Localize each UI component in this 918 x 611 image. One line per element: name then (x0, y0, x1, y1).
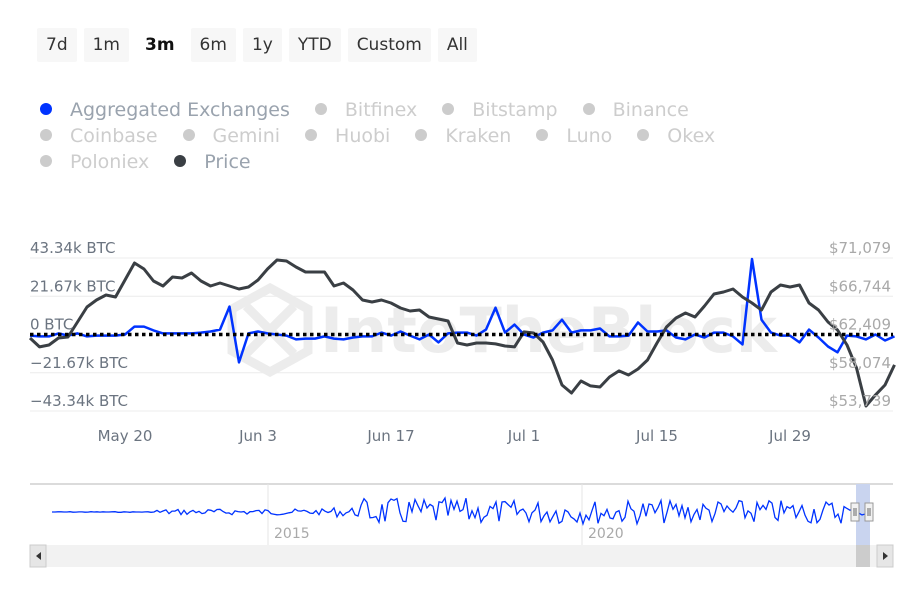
y-right-tick-label: $62,409 (829, 316, 891, 334)
scrollbar-thumb[interactable] (856, 545, 870, 567)
x-tick-label: Jul 15 (635, 427, 678, 445)
y-right-tick-label: $53,739 (829, 392, 891, 410)
navigator-handle[interactable] (850, 502, 860, 522)
chart: IntoTheBlock 43.34k BTC $71,079 21.67k BTC… (28, 239, 896, 568)
x-tick-label: Jul 29 (768, 427, 811, 445)
y-right-tick-label: $58,074 (829, 354, 891, 372)
watermark-icon (227, 282, 313, 378)
y-left-tick-label: 43.34k BTC (30, 239, 115, 257)
scrollbar-track[interactable] (30, 545, 893, 567)
navigator-tick-label: 2015 (274, 526, 310, 542)
y-left-tick-label: −21.67k BTC (30, 354, 128, 372)
navigator-tick-label: 2020 (588, 526, 624, 542)
y-left-tick-label: 21.67k BTC (30, 277, 115, 295)
watermark-logo: IntoTheBlock (227, 282, 779, 378)
x-tick-label: May 20 (98, 427, 153, 445)
x-tick-label: Jun 17 (366, 427, 414, 445)
navigator-series-line (52, 496, 869, 527)
y-right-tick-label: $71,079 (829, 239, 891, 257)
y-left-tick-label: −43.34k BTC (30, 392, 128, 410)
navigator-handle[interactable] (864, 502, 874, 522)
y-right-tick-label: $66,744 (829, 277, 891, 295)
x-tick-label: Jul 1 (507, 427, 540, 445)
x-tick-label: Jun 3 (238, 427, 277, 445)
y-left-tick-label: 0 BTC (30, 316, 73, 334)
navigator[interactable]: 2015 2020 (29, 483, 894, 568)
